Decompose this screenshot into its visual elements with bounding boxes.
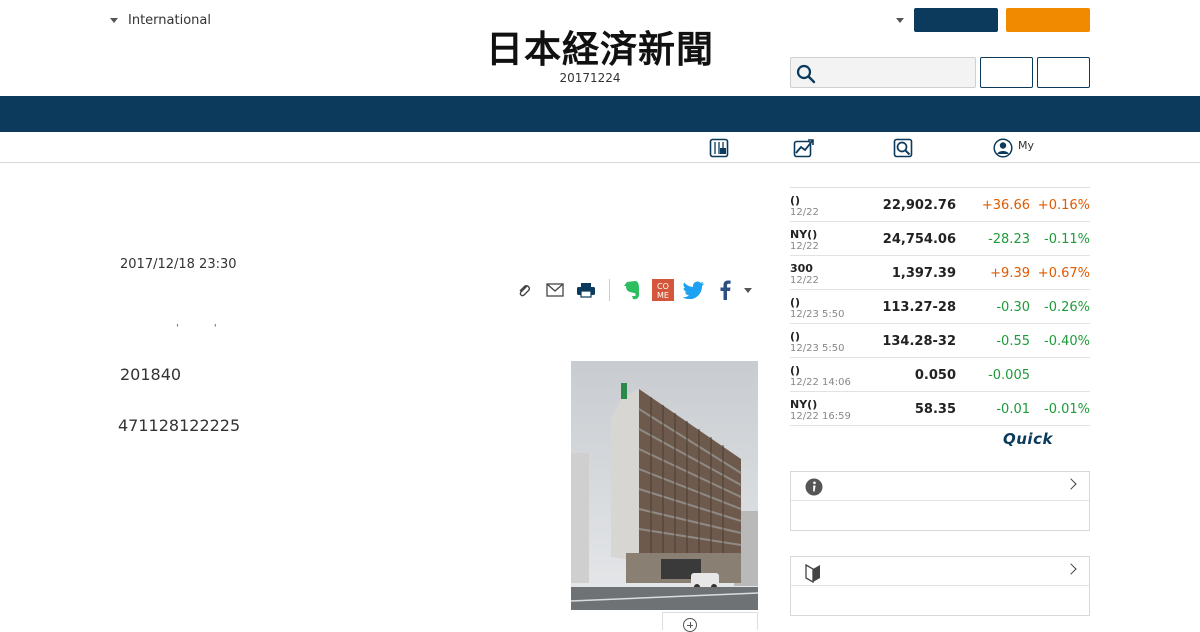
market-change: -0.55 (996, 334, 1030, 349)
article-timestamp: 2017/12/18 23:30 (120, 257, 237, 272)
subscribe-button[interactable] (1006, 8, 1090, 32)
market-row[interactable]: NY() 12/22 16:59 58.35 -0.01 -0.01% (790, 392, 1090, 426)
market-value: 58.35 (914, 402, 956, 417)
chevron-down-icon[interactable] (896, 17, 904, 23)
market-date: 12/22 (790, 207, 819, 218)
print-icon (577, 283, 595, 298)
twitter-icon (683, 281, 705, 299)
market-name: 300 (790, 262, 813, 275)
market-value: 22,902.76 (882, 198, 956, 213)
article-marks: ' ' (176, 323, 233, 334)
market-value: 24,754.06 (882, 232, 956, 247)
market-change: -28.23 (988, 232, 1030, 247)
market-row[interactable]: () 12/22 22,902.76 +36.66 +0.16% (790, 188, 1090, 222)
search-input[interactable] (790, 57, 976, 88)
login-button[interactable] (914, 8, 998, 32)
market-percent: -0.01% (1044, 402, 1090, 417)
info-box-header[interactable] (791, 472, 1089, 501)
beginner-box-header[interactable] (791, 557, 1089, 586)
search-icon[interactable] (796, 64, 816, 84)
toolbar-divider (609, 279, 610, 301)
user-icon[interactable] (993, 138, 1013, 158)
info-icon (805, 478, 823, 496)
market-date: 12/23 5:50 (790, 309, 845, 320)
chevron-down-icon (110, 17, 118, 23)
issue-date: 20171224 (559, 71, 621, 85)
market-change: +9.39 (990, 266, 1030, 281)
market-date: 12/22 (790, 275, 819, 286)
come-button[interactable]: CO ME (651, 278, 675, 302)
facebook-button[interactable] (713, 278, 737, 302)
chevron-right-icon (1065, 478, 1077, 490)
market-name: () (790, 330, 801, 343)
market-name: () (790, 364, 801, 377)
sub-nav: My (0, 132, 1200, 163)
market-row[interactable]: () 12/23 5:50 113.27-28 -0.30 -0.26% (790, 290, 1090, 324)
market-change: -0.005 (988, 368, 1030, 383)
edition-label: International (128, 12, 211, 28)
mail-button[interactable] (543, 278, 567, 302)
paper-icon[interactable] (709, 138, 729, 158)
logo-text: 日本経済新聞 (486, 27, 714, 70)
svg-text:CO: CO (657, 282, 669, 291)
mail-icon (546, 283, 564, 297)
outline-button-1[interactable] (980, 57, 1033, 88)
market-name: () (790, 296, 801, 309)
market-name: NY() (790, 398, 818, 411)
article-paragraph-2: 471128122225 (118, 416, 241, 435)
market-percent: +0.16% (1037, 198, 1090, 213)
market-row[interactable]: () 12/23 5:50 134.28-32 -0.55 -0.40% (790, 324, 1090, 358)
market-change: -0.30 (996, 300, 1030, 315)
market-percent: +0.67% (1037, 266, 1090, 281)
chevron-right-icon (1065, 563, 1077, 575)
beginner-mark-icon (805, 563, 820, 583)
site-logo[interactable]: 日本経済新聞 (450, 26, 750, 70)
print-button[interactable] (574, 278, 598, 302)
market-date: 12/22 14:06 (790, 377, 851, 388)
article-photo[interactable] (571, 361, 758, 610)
market-change: +36.66 (981, 198, 1030, 213)
site-header: International 日本経済新聞 20171224 (0, 0, 1200, 96)
svg-text:ME: ME (657, 291, 669, 300)
outline-button-2[interactable] (1037, 57, 1090, 88)
market-table: () 12/22 22,902.76 +36.66 +0.16% NY() 12… (790, 187, 1090, 426)
photo-zoom-bar[interactable] (662, 612, 758, 632)
market-value: 1,397.39 (891, 266, 956, 281)
market-row[interactable]: NY() 12/22 24,754.06 -28.23 -0.11% (790, 222, 1090, 256)
market-value: 134.28-32 (882, 334, 956, 349)
clip-button[interactable] (512, 278, 536, 302)
chart-icon[interactable] (793, 138, 815, 158)
main-nav-bar[interactable] (0, 96, 1200, 132)
twitter-button[interactable] (682, 278, 706, 302)
article-toolbar: CO ME (512, 278, 752, 302)
evernote-button[interactable] (620, 278, 644, 302)
market-date: 12/23 5:50 (790, 343, 845, 354)
edition-selector[interactable]: International (110, 10, 211, 30)
market-change: -0.01 (996, 402, 1030, 417)
article-paragraph-1: 201840 (120, 365, 182, 384)
market-value: 113.27-28 (882, 300, 956, 315)
quick-logo[interactable]: Quick (1003, 430, 1053, 448)
market-name: NY() (790, 228, 818, 241)
account-actions (896, 8, 1090, 32)
info-box (790, 471, 1090, 531)
market-percent: -0.40% (1044, 334, 1090, 349)
market-row[interactable]: () 12/22 14:06 0.050 -0.005 (790, 358, 1090, 392)
market-date: 12/22 16:59 (790, 411, 851, 422)
my-page-link[interactable]: My (1018, 139, 1034, 152)
market-percent: -0.26% (1044, 300, 1090, 315)
market-value: 0.050 (914, 368, 956, 383)
beginner-box (790, 556, 1090, 616)
market-row[interactable]: 300 12/22 1,397.39 +9.39 +0.67% (790, 256, 1090, 290)
market-date: 12/22 (790, 241, 819, 252)
facebook-icon (720, 280, 731, 300)
market-percent: -0.11% (1044, 232, 1090, 247)
market-name: () (790, 194, 801, 207)
clip-icon (519, 285, 530, 297)
come-icon: CO ME (652, 279, 674, 301)
magnifier-book-icon[interactable] (893, 138, 913, 158)
evernote-icon (624, 281, 639, 300)
chevron-down-icon[interactable] (744, 287, 752, 293)
